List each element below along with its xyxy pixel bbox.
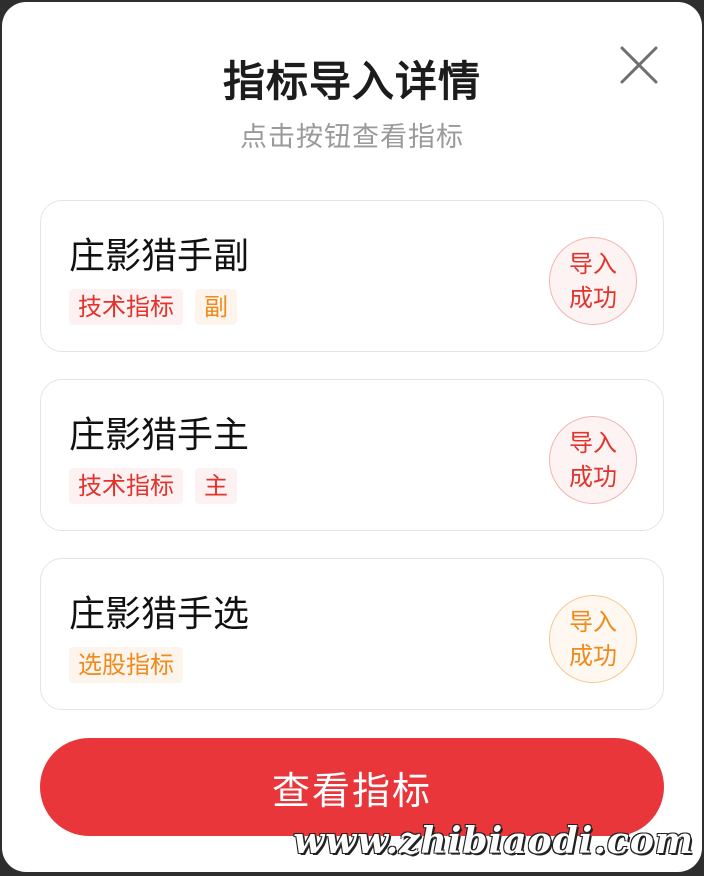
import-success-stamp: 导入 成功 [549, 237, 637, 325]
dialog-subtitle: 点击按钮查看指标 [240, 122, 464, 153]
tag-type: 选股指标 [69, 647, 183, 683]
close-icon[interactable] [616, 42, 662, 88]
stamp-line-1: 导入 [569, 608, 617, 636]
import-details-dialog: 指标导入详情 点击按钮查看指标 庄影猎手副 技术指标 副 导入 成功 庄影猎手主… [2, 2, 702, 872]
import-success-stamp: 导入 成功 [549, 416, 637, 504]
indicator-card[interactable]: 庄影猎手副 技术指标 副 导入 成功 [40, 200, 664, 352]
stamp-line-1: 导入 [569, 250, 617, 278]
indicator-name: 庄影猎手主 [69, 415, 250, 456]
indicator-name: 庄影猎手选 [69, 594, 250, 635]
tag-type: 技术指标 [69, 468, 183, 504]
stamp-line-2: 成功 [569, 463, 617, 491]
indicator-tags: 选股指标 [69, 647, 183, 683]
stamp-line-2: 成功 [569, 642, 617, 670]
dialog-title: 指标导入详情 [222, 57, 481, 106]
tag-type: 技术指标 [69, 289, 183, 325]
site-watermark: www.zhibiaodi.com [293, 820, 694, 862]
indicator-card[interactable]: 庄影猎手主 技术指标 主 导入 成功 [40, 379, 664, 531]
tag-chart-position: 主 [195, 468, 237, 504]
stamp-line-1: 导入 [569, 429, 617, 457]
indicator-tags: 技术指标 主 [69, 468, 237, 504]
stamp-line-2: 成功 [569, 284, 617, 312]
indicator-tags: 技术指标 副 [69, 289, 237, 325]
tag-chart-position: 副 [195, 289, 237, 325]
import-success-stamp: 导入 成功 [549, 595, 637, 683]
indicator-name: 庄影猎手副 [69, 236, 250, 277]
indicator-card[interactable]: 庄影猎手选 选股指标 导入 成功 [40, 558, 664, 710]
